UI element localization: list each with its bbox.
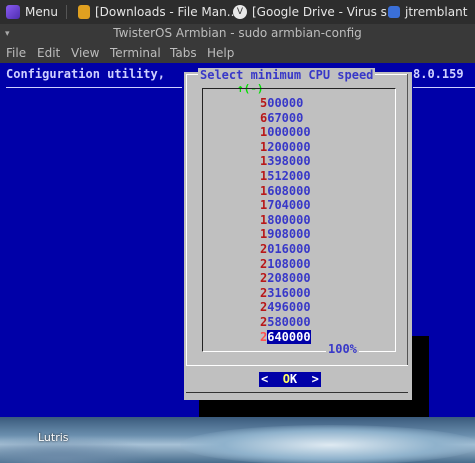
vivaldi-icon: V (233, 5, 247, 19)
header-underline-left (6, 87, 182, 88)
frequency-value: 016000 (267, 241, 311, 256)
frequency-value: 398000 (267, 154, 311, 169)
desktop-background: Lutris (0, 417, 475, 463)
ok-hotkey: O (282, 372, 290, 386)
terminal-icon (388, 6, 400, 18)
dialog-frame (186, 74, 187, 366)
frequency-option[interactable]: 667000 (260, 111, 311, 126)
dialog-frame (407, 74, 408, 366)
frequency-option[interactable]: 1200000 (260, 140, 311, 155)
frequency-option[interactable]: 2208000 (260, 271, 311, 286)
dialog-title: Select minimum CPU speed (198, 68, 376, 82)
frequency-value: 608000 (267, 183, 311, 198)
twister-logo-icon (6, 5, 20, 19)
menu-terminal[interactable]: Terminal (110, 46, 161, 60)
frequency-value: 908000 (267, 227, 311, 242)
frequency-option[interactable]: 1000000 (260, 125, 311, 140)
cpu-speed-dialog: Select minimum CPU speed ↑(-) 500000 6670… (184, 68, 412, 400)
frequency-option[interactable]: 2316000 (260, 286, 311, 301)
ok-rest: K > (289, 372, 319, 386)
menu-edit[interactable]: Edit (37, 46, 60, 60)
frequency-list[interactable]: 500000 667000 1000000 1200000 1398000 1512000… (260, 96, 311, 344)
desktop-icon-lutris[interactable]: Lutris (38, 431, 69, 444)
menu-label: Menu (25, 5, 58, 19)
menu-file[interactable]: File (6, 46, 26, 60)
button-area-separator (186, 365, 408, 366)
task-google-drive-label: [Google Drive - Virus s... (252, 5, 399, 19)
taskbar-separator (66, 5, 67, 19)
taskbar: Menu [Downloads - File Man... V [Google … (0, 0, 475, 24)
frequency-option[interactable]: 1608000 (260, 184, 311, 199)
frequency-option[interactable]: 2496000 (260, 300, 311, 315)
dialog-bottom-border (186, 392, 408, 393)
frequency-option[interactable]: 2640000 (260, 329, 311, 345)
window-title: TwisterOS Armbian - sudo armbian-config (113, 26, 362, 40)
terminal-header-right: 8.0.159 (413, 67, 464, 81)
frequency-value: 512000 (267, 168, 311, 183)
task-terminal[interactable]: jtremblant (388, 0, 467, 24)
frequency-option[interactable]: 2580000 (260, 315, 311, 330)
frequency-option[interactable]: 500000 (260, 96, 311, 111)
frequency-value: 580000 (267, 314, 311, 329)
frequency-option[interactable]: 2108000 (260, 257, 311, 272)
frequency-list-box[interactable]: 500000 667000 1000000 1200000 1398000 1512000… (202, 88, 396, 352)
window-titlebar[interactable]: ▾ TwisterOS Armbian - sudo armbian-confi… (0, 24, 475, 43)
terminal-header-left: Configuration utility, (6, 67, 165, 81)
frequency-option[interactable]: 1908000 (260, 227, 311, 242)
frequency-option[interactable]: 1512000 (260, 169, 311, 184)
frequency-value: 108000 (267, 256, 311, 271)
frequency-value: 704000 (267, 198, 311, 213)
ok-button[interactable]: < OK > (259, 372, 321, 387)
frequency-option[interactable]: 1704000 (260, 198, 311, 213)
frequency-value: 316000 (267, 285, 311, 300)
header-underline-right (413, 87, 475, 88)
frequency-value: 640000 (267, 329, 311, 344)
frequency-option[interactable]: 2016000 (260, 242, 311, 257)
task-downloads[interactable]: [Downloads - File Man... (78, 0, 238, 24)
frequency-option[interactable]: 1398000 (260, 154, 311, 169)
frequency-value: 67000 (267, 110, 304, 125)
ok-left-bracket: < (261, 372, 283, 386)
wallpaper-wave (0, 437, 160, 463)
frequency-value: 800000 (267, 212, 311, 227)
menubar: File Edit View Terminal Tabs Help (0, 43, 475, 63)
frequency-value: 000000 (267, 125, 311, 140)
frequency-value: 496000 (267, 300, 311, 315)
scroll-percent: 100% (326, 342, 359, 356)
wallpaper-wave (180, 425, 475, 463)
menu-button[interactable]: Menu (6, 0, 58, 24)
task-google-drive[interactable]: V [Google Drive - Virus s... (233, 0, 398, 24)
frequency-value: 200000 (267, 139, 311, 154)
task-terminal-label: jtremblant (405, 5, 468, 19)
menu-help[interactable]: Help (207, 46, 234, 60)
frequency-option[interactable]: 1800000 (260, 213, 311, 228)
frequency-value: 00000 (267, 96, 304, 110)
task-downloads-label: [Downloads - File Man... (95, 5, 239, 19)
menu-view[interactable]: View (71, 46, 99, 60)
menu-tabs[interactable]: Tabs (170, 46, 197, 60)
frequency-value: 208000 (267, 271, 311, 286)
download-icon (78, 5, 90, 19)
